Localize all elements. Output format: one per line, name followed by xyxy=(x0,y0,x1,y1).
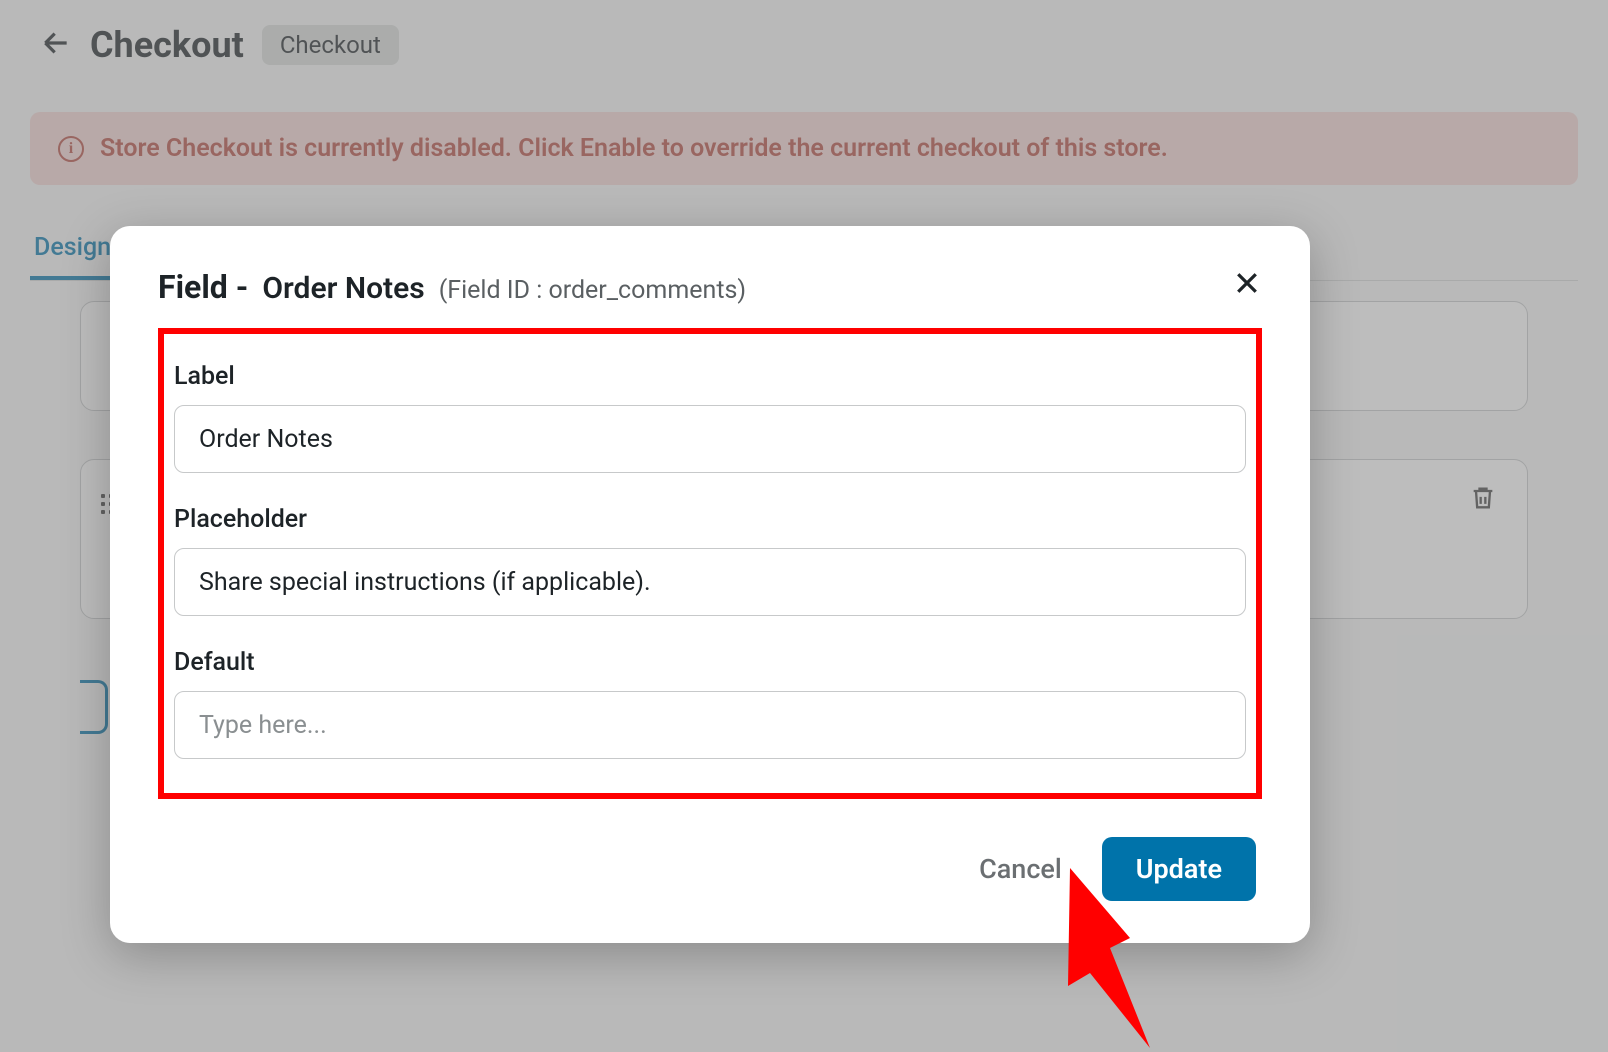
form-group-default: Default xyxy=(174,648,1246,759)
default-input[interactable] xyxy=(174,691,1246,759)
modal-title-name: Order Notes xyxy=(262,271,424,306)
field-label-label: Label xyxy=(174,362,1246,391)
annotation-highlight-box: Label Placeholder Default xyxy=(158,328,1262,799)
field-default-label: Default xyxy=(174,648,1246,677)
modal-title: Field - Order Notes (Field ID : order_co… xyxy=(158,268,746,306)
update-button[interactable]: Update xyxy=(1102,837,1256,901)
label-input[interactable] xyxy=(174,405,1246,473)
modal-header: Field - Order Notes (Field ID : order_co… xyxy=(158,268,1262,306)
modal-title-id: (Field ID : order_comments) xyxy=(439,276,746,305)
form-group-placeholder: Placeholder xyxy=(174,505,1246,616)
modal-footer: Cancel Update xyxy=(158,837,1262,901)
modal-title-prefix: Field - xyxy=(158,268,248,306)
cancel-button[interactable]: Cancel xyxy=(979,853,1062,885)
close-icon[interactable] xyxy=(1232,268,1262,302)
form-group-label: Label xyxy=(174,362,1246,473)
field-edit-modal: Field - Order Notes (Field ID : order_co… xyxy=(110,226,1310,943)
placeholder-input[interactable] xyxy=(174,548,1246,616)
field-placeholder-label: Placeholder xyxy=(174,505,1246,534)
